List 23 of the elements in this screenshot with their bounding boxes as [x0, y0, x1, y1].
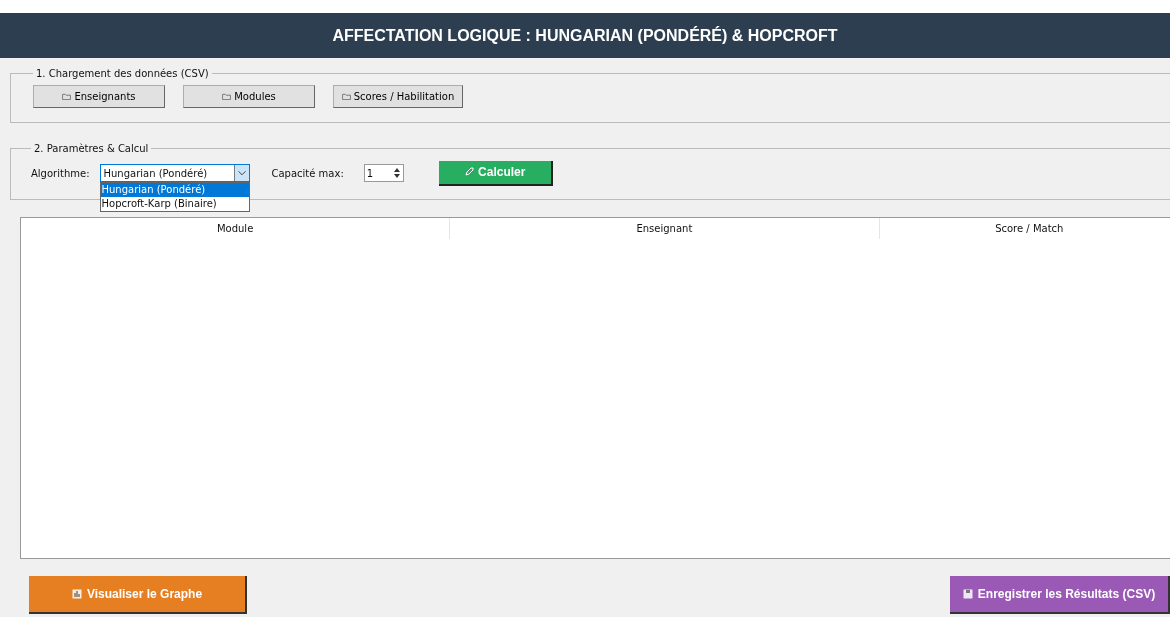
load-button[interactable]: Enseignants	[33, 85, 165, 108]
column-header[interactable]: Module	[21, 218, 451, 239]
save-results-button[interactable]: Enregistrer les Résultats (CSV)	[950, 576, 1170, 614]
dropdown-option[interactable]: Hopcroft-Karp (Binaire)	[100, 197, 249, 211]
column-header[interactable]: Enseignant	[450, 218, 880, 239]
chevron-icon	[233, 165, 249, 181]
spinner-arrows-icon	[392, 166, 401, 180]
app-title: AFFECTATION LOGIQUE : HUNGARIAN (PONDÉRÉ) & HOPCROFT	[332, 26, 838, 45]
load-button[interactable]: Scores / Habilitation	[333, 85, 463, 108]
algorithm-dropdown[interactable]: Hungarian (Pondéré)	[99, 164, 250, 182]
column-header[interactable]: Score / Match	[879, 218, 1170, 239]
group-title: 1. Chargement des données (CSV)	[35, 68, 210, 79]
chart-icon	[71, 589, 82, 599]
dropdown-option[interactable]: Hungarian (Pondéré)	[100, 183, 249, 197]
capacity-spinbox[interactable]: 1	[363, 164, 404, 182]
group-title: 2. Paramètres & Calcul	[33, 143, 150, 154]
folder-icon	[222, 93, 232, 100]
folder-icon	[341, 93, 351, 100]
folder-icon	[62, 93, 72, 100]
load-button[interactable]: Modules	[183, 85, 315, 108]
capacity-label: Capacité max:	[271, 167, 344, 179]
save-icon	[962, 589, 973, 599]
algorithm-label: Algorithme:	[31, 167, 90, 179]
